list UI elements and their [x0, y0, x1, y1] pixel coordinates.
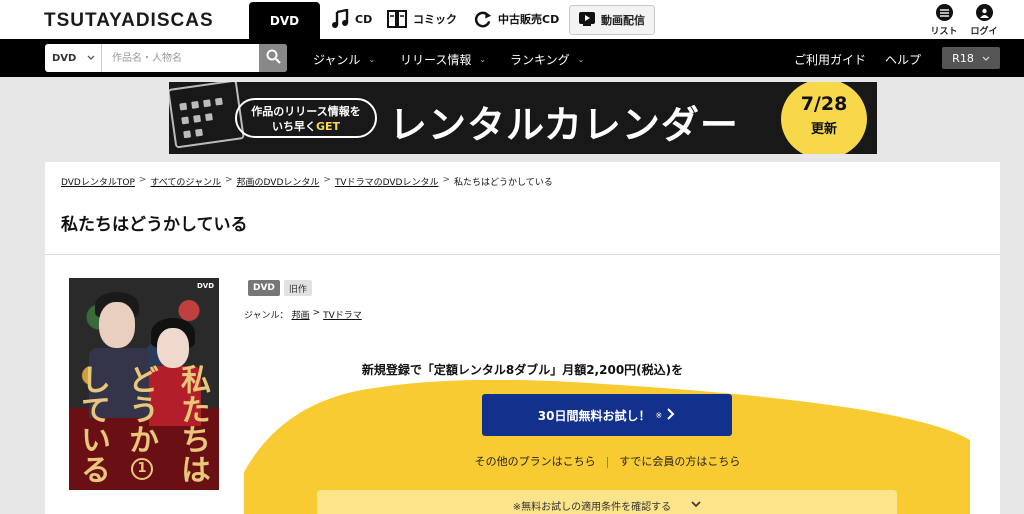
main-panel: DVDレンタルTOP > すべてのジャンル > 邦画のDVDレンタル > TVドラマの… [45, 162, 1000, 514]
chevron-down-icon [982, 52, 990, 65]
list-icon [935, 4, 953, 21]
menu-ranking-label: ランキング [510, 53, 570, 67]
trial-terms-label: ※無料お試しの適用条件を確認する [512, 501, 672, 513]
breadcrumb-item[interactable]: すべてのジャンル [150, 175, 221, 188]
cover-title-col3: している [75, 364, 110, 484]
search-box: DVD [45, 44, 287, 72]
genre-link-tvdrama[interactable]: TVドラマ [323, 308, 362, 321]
play-icon [579, 11, 595, 29]
banner-pill-get: GET [315, 120, 341, 133]
product-cover-image[interactable]: DVD 私たちは どうか している 1 [69, 278, 219, 490]
search-button[interactable] [259, 44, 287, 72]
free-trial-label: 30日間無料お試し！ [537, 408, 651, 423]
genre-path: ジャンル： 邦画 > TVドラマ [244, 308, 362, 321]
badge-old-release: 旧作 [283, 280, 312, 296]
book-icon [387, 9, 407, 29]
menu-genre[interactable]: ジャンル ⌄ [313, 51, 375, 68]
cover-title-col1: 私たちは [175, 364, 210, 484]
menu-release-info[interactable]: リリース情報 ⌄ [400, 51, 486, 68]
banner-headline: レンタルカレンダー [389, 103, 739, 147]
music-note-icon [331, 9, 349, 29]
menu-release-label: リリース情報 [400, 53, 472, 67]
banner-pill: 作品のリリース情報を いち早くGET [235, 98, 377, 138]
refresh-icon [473, 10, 492, 29]
menu-ranking[interactable]: ランキング ⌄ [510, 51, 584, 68]
search-input[interactable] [102, 44, 259, 72]
breadcrumb-current: 私たちはどうかしている [454, 178, 553, 188]
banner-date: 7/28 [800, 93, 848, 115]
member-login-link[interactable]: すでに会員の方はこちら [619, 455, 740, 468]
breadcrumb-item[interactable]: 邦画のDVDレンタル [237, 175, 320, 188]
promo-text: 新規登録で「定額レンタル8ダブル」月額2,200円(税込)を [361, 363, 684, 377]
page-title: 私たちはどうかしている [61, 215, 248, 235]
cover-volume: 1 [131, 458, 153, 480]
list-button[interactable]: リスト [927, 4, 961, 37]
search-icon [266, 49, 281, 68]
breadcrumb-item[interactable]: DVDレンタルTOP [61, 175, 135, 188]
search-bar: DVD ジャンル ⌄ リリース情報 ⌄ ランキング ⌄ ご利用ガイド ヘルプ [0, 39, 1024, 77]
chevron-down-icon: ⌄ [577, 55, 585, 64]
cover-dvd-mark: DVD [197, 282, 215, 290]
banner-update-date: 7/28 更新 [781, 82, 867, 154]
divider [45, 254, 1000, 255]
list-label: リスト [930, 27, 958, 37]
calendar-icon [169, 82, 245, 149]
genre-label: ジャンル： [244, 311, 289, 321]
chevron-down-icon [691, 500, 701, 511]
rental-calendar-banner[interactable]: 作品のリリース情報を いち早くGET レンタルカレンダー 7/28 更新 [169, 82, 877, 154]
format-badges: DVD 旧作 [248, 280, 312, 296]
chevron-down-icon: ⌄ [479, 55, 487, 64]
breadcrumb-item[interactable]: TVドラマのDVDレンタル [335, 175, 439, 188]
nav-label-comic: コミック [413, 13, 457, 26]
nav-label-used-cd: 中古販売CD [498, 13, 560, 26]
nav-tab-cd[interactable]: CD [331, 8, 372, 30]
r18-dropdown[interactable]: R18 [942, 47, 1000, 69]
chevron-right-icon [666, 407, 676, 423]
nav-tab-dvd[interactable]: DVD [249, 2, 320, 39]
streaming-label: 動画配信 [601, 14, 645, 27]
guide-link[interactable]: ご利用ガイド [794, 51, 866, 68]
nav-label-cd: CD [355, 12, 373, 26]
search-type-select[interactable]: DVD [45, 44, 102, 72]
chevron-down-icon [87, 53, 95, 64]
plan-links: その他のプランはこちら | すでに会員の方はこちら [474, 455, 741, 468]
chevron-down-icon: ⌄ [368, 55, 376, 64]
streaming-button[interactable]: 動画配信 [569, 5, 655, 35]
login-button[interactable]: ログイン [967, 4, 1001, 50]
trial-terms-toggle[interactable]: ※無料お試しの適用条件を確認する [317, 490, 897, 514]
site-logo[interactable]: TSUTAYADISCAS [44, 10, 214, 32]
nav-tab-comic[interactable]: コミック [387, 8, 457, 30]
help-link[interactable]: ヘルプ [885, 51, 921, 68]
search-type-value: DVD [52, 52, 77, 64]
breadcrumb: DVDレンタルTOP > すべてのジャンル > 邦画のDVDレンタル > TVドラマの… [61, 175, 553, 188]
free-trial-note: ※ [655, 410, 663, 420]
banner-date-suffix: 更新 [810, 122, 837, 137]
user-icon [975, 4, 993, 21]
menu-genre-label: ジャンル [313, 53, 361, 67]
r18-label: R18 [952, 51, 974, 65]
other-plans-link[interactable]: その他のプランはこちら [475, 455, 596, 468]
banner-pill-line2a: いち早く [271, 120, 316, 133]
top-header: TSUTAYADISCAS DVD CD コミック 中古販売CD 動画配信 リス… [0, 0, 1024, 50]
free-trial-button[interactable]: 30日間無料お試し！ ※ [482, 394, 732, 436]
badge-dvd: DVD [248, 280, 280, 296]
genre-link-houga[interactable]: 邦画 [292, 308, 310, 321]
banner-pill-line1: 作品のリリース情報を [251, 105, 361, 118]
nav-tab-used-cd[interactable]: 中古販売CD [473, 8, 559, 30]
